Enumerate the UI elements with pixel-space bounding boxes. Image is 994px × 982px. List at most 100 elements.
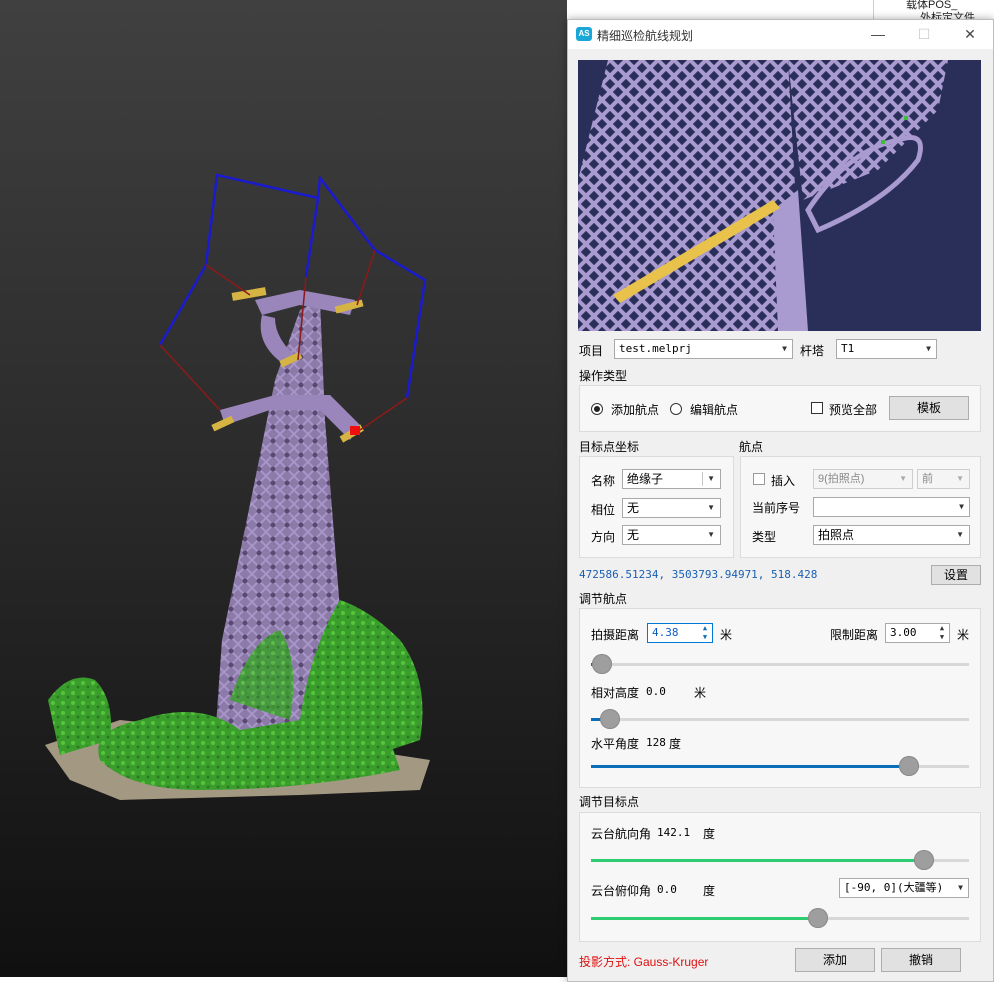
- direction-label: 方向: [591, 530, 616, 544]
- title-bar[interactable]: AS 精细巡检航线规划 — ☐ ✕: [568, 20, 993, 49]
- waypoint-type-value: 拍照点: [818, 528, 855, 542]
- horizontal-angle-value: 128: [646, 736, 666, 749]
- phase-value: 无: [627, 501, 640, 515]
- horizontal-angle-slider[interactable]: [591, 756, 969, 776]
- minimize-button[interactable]: —: [855, 20, 901, 49]
- shoot-distance-label: 拍摄距离: [591, 628, 640, 642]
- shoot-distance-input[interactable]: 4.38 ▲ ▼: [647, 623, 713, 643]
- maximize-button[interactable]: ☐: [901, 20, 947, 49]
- tower-select-value: T1: [841, 342, 855, 355]
- pitch-range-select[interactable]: [-90, 0](大疆等) ▼: [839, 878, 969, 898]
- dialog-title: 精细巡检航线规划: [597, 29, 694, 43]
- current-index-select[interactable]: ▼: [813, 497, 970, 517]
- template-button[interactable]: 模板: [889, 396, 969, 420]
- direction-value: 无: [627, 528, 640, 542]
- target-name-value: 绝缘子: [627, 472, 664, 486]
- target-group: 名称 绝缘子 ▼ 相位 无 ▼ 方向 无 ▼: [579, 456, 734, 558]
- target-name-label: 名称: [591, 474, 616, 488]
- spin-up-icon[interactable]: ▲: [937, 624, 947, 633]
- chevron-down-icon: ▼: [899, 474, 907, 483]
- gimbal-yaw-slider[interactable]: [591, 850, 969, 870]
- gimbal-yaw-unit: 度: [703, 827, 716, 841]
- slider-fill: [591, 917, 818, 920]
- edit-waypoint-label[interactable]: 编辑航点: [690, 401, 738, 418]
- phase-label: 相位: [591, 503, 616, 517]
- gimbal-pitch-slider[interactable]: [591, 908, 969, 928]
- spin-down-icon[interactable]: ▼: [700, 633, 710, 642]
- waypoint-type-label: 类型: [752, 530, 777, 544]
- adjust-waypoint-header: 调节航点: [579, 592, 628, 606]
- slider-thumb[interactable]: [914, 850, 934, 870]
- tower-label: 杆塔: [800, 344, 825, 358]
- project-select[interactable]: test.melprj ▼: [614, 339, 793, 359]
- background-tree: 载体POS_ 外标定文件: [873, 0, 994, 24]
- operation-header: 操作类型: [579, 369, 628, 383]
- gimbal-pitch-unit: 度: [703, 884, 716, 898]
- gimbal-yaw-value: 142.1: [657, 826, 691, 839]
- point-cloud-viewport[interactable]: [0, 0, 567, 977]
- chevron-down-icon: ▼: [956, 530, 964, 539]
- project-select-value: test.melprj: [619, 342, 692, 355]
- app-icon: AS: [576, 27, 592, 41]
- shoot-distance-unit: 米: [720, 628, 733, 642]
- close-button[interactable]: ✕: [947, 20, 993, 49]
- target-name-select[interactable]: 绝缘子 ▼: [622, 469, 721, 489]
- operation-group: 添加航点 编辑航点 预览全部 模板: [579, 385, 981, 432]
- chevron-down-icon: ▼: [707, 474, 715, 483]
- slider-thumb[interactable]: [592, 654, 612, 674]
- limit-distance-unit: 米: [957, 628, 970, 642]
- relative-height-label: 相对高度: [591, 686, 640, 700]
- spin-up-icon[interactable]: ▲: [700, 624, 710, 633]
- slider-fill: [591, 765, 909, 768]
- shoot-distance-slider[interactable]: [591, 654, 969, 674]
- limit-distance-input[interactable]: 3.00 ▲ ▼: [885, 623, 950, 643]
- project-label: 项目: [579, 344, 604, 358]
- undo-button[interactable]: 撤销: [881, 948, 961, 972]
- projection-label: 投影方式: Gauss-Kruger: [579, 955, 709, 969]
- gimbal-yaw-label: 云台航向角: [591, 827, 652, 841]
- spin-down-icon[interactable]: ▼: [937, 633, 947, 642]
- preview-all-checkbox[interactable]: [811, 402, 823, 414]
- chevron-down-icon: ▼: [707, 530, 715, 539]
- preview-all-label[interactable]: 预览全部: [829, 401, 877, 418]
- chevron-down-icon: ▼: [956, 474, 964, 483]
- slider-thumb[interactable]: [808, 908, 828, 928]
- minimize-icon: —: [871, 26, 885, 42]
- insert-before-after-select[interactable]: 前 ▼: [917, 469, 970, 489]
- settings-button[interactable]: 设置: [931, 565, 981, 585]
- insert-position-select[interactable]: 9(拍照点) ▼: [813, 469, 913, 489]
- phase-select[interactable]: 无 ▼: [622, 498, 721, 518]
- add-button[interactable]: 添加: [795, 948, 875, 972]
- target-header: 目标点坐标: [579, 440, 640, 454]
- slider-thumb[interactable]: [899, 756, 919, 776]
- insert-before-after-value: 前: [922, 473, 933, 485]
- maximize-icon: ☐: [917, 26, 931, 42]
- limit-distance-label: 限制距离: [830, 628, 879, 642]
- slider-thumb[interactable]: [600, 709, 620, 729]
- relative-height-slider[interactable]: [591, 709, 969, 729]
- insert-position-value: 9(拍照点): [818, 473, 865, 485]
- preview-point-cloud: [578, 60, 948, 331]
- add-waypoint-radio[interactable]: [591, 403, 603, 415]
- relative-height-value: 0.0: [646, 685, 666, 698]
- slider-fill: [591, 859, 924, 862]
- close-icon: ✕: [964, 26, 976, 42]
- tower-select[interactable]: T1 ▼: [836, 339, 937, 359]
- insert-checkbox[interactable]: [753, 473, 765, 485]
- route-planning-dialog: AS 精细巡检航线规划 — ☐ ✕ 项目 test.melprj ▼ 杆塔 T1…: [567, 19, 994, 982]
- insert-label[interactable]: 插入: [771, 472, 795, 489]
- direction-select[interactable]: 无 ▼: [622, 525, 721, 545]
- edit-waypoint-radio[interactable]: [670, 403, 682, 415]
- chevron-down-icon: ▼: [926, 344, 931, 353]
- adjust-target-group: 云台航向角 142.1 度 云台俯仰角 0.0 度 [-90, 0](大疆等) …: [579, 812, 981, 942]
- coordinate-readout: 472586.51234, 3503793.94971, 518.428: [579, 568, 818, 581]
- chevron-down-icon: ▼: [782, 344, 787, 353]
- point-cloud-scene: [45, 173, 430, 800]
- relative-height-unit: 米: [694, 686, 707, 700]
- add-waypoint-label[interactable]: 添加航点: [611, 401, 659, 418]
- horizontal-angle-label: 水平角度: [591, 737, 640, 751]
- adjust-waypoint-group: 拍摄距离 4.38 ▲ ▼ 米 限制距离 3.00 ▲ ▼ 米 相对高度 0.0…: [579, 608, 981, 788]
- pitch-range-value: [-90, 0](大疆等): [844, 881, 944, 894]
- shoot-distance-value: 4.38: [652, 626, 679, 639]
- waypoint-type-select[interactable]: 拍照点 ▼: [813, 525, 970, 545]
